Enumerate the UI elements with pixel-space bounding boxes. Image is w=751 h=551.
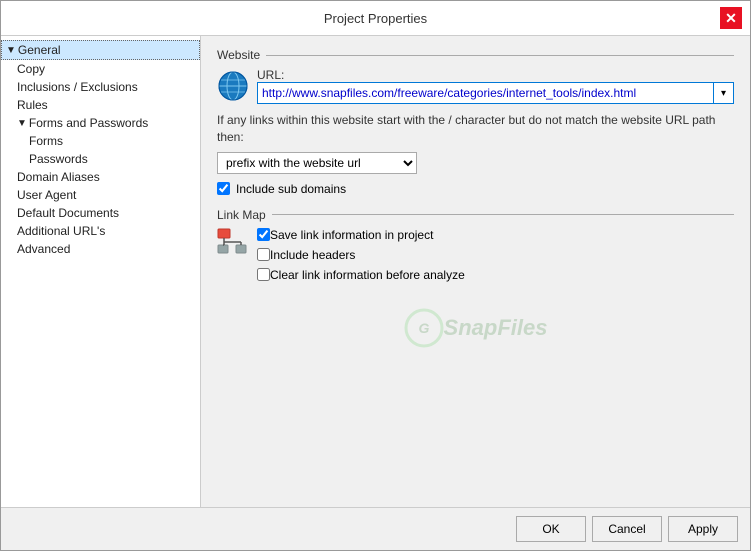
link-map-icon — [217, 228, 249, 256]
sidebar-label-user-agent: User Agent — [17, 188, 76, 202]
sidebar-label-domain-aliases: Domain Aliases — [17, 170, 100, 184]
include-headers-checkbox[interactable] — [257, 248, 270, 261]
info-text: If any links within this website start w… — [217, 112, 734, 146]
link-map-section-label: Link Map — [217, 208, 734, 222]
save-link-info-checkbox[interactable] — [257, 228, 270, 241]
save-link-info-label: Save link information in project — [270, 228, 433, 242]
sidebar-item-inclusions[interactable]: Inclusions / Exclusions — [1, 78, 200, 96]
ok-button[interactable]: OK — [516, 516, 586, 542]
watermark-text: SnapFiles — [444, 315, 548, 341]
sidebar-item-user-agent[interactable]: User Agent — [1, 186, 200, 204]
sidebar-label-advanced: Advanced — [17, 242, 70, 256]
dialog-title: Project Properties — [31, 11, 720, 26]
dropdown-row: prefix with the website url ignore inclu… — [217, 152, 734, 174]
apply-button[interactable]: Apply — [668, 516, 738, 542]
sidebar-label-additional-urls: Additional URL's — [17, 224, 105, 238]
website-section-label: Website — [217, 48, 734, 62]
sidebar-item-copy[interactable]: Copy — [1, 60, 200, 78]
sidebar-item-passwords[interactable]: Passwords — [1, 150, 200, 168]
sidebar-label-default-documents: Default Documents — [17, 206, 119, 220]
url-row: URL: ▾ — [217, 68, 734, 104]
sidebar-label-rules: Rules — [17, 98, 48, 112]
watermark-logo-icon: G — [404, 308, 444, 348]
url-input[interactable] — [257, 82, 714, 104]
globe-icon — [217, 70, 249, 102]
sidebar-label-general: General — [18, 43, 61, 57]
link-map-options: Save link information in project Include… — [257, 228, 734, 288]
sidebar-item-additional-urls[interactable]: Additional URL's — [1, 222, 200, 240]
save-link-info-row: Save link information in project — [257, 228, 734, 242]
sidebar: ▼ General Copy Inclusions / Exclusions R… — [1, 36, 201, 507]
dialog-footer: OK Cancel Apply — [1, 507, 750, 550]
link-map-section: Link Map Sav — [217, 208, 734, 288]
clear-link-info-row: Clear link information before analyze — [257, 268, 734, 282]
arrow-icon: ▼ — [6, 45, 16, 56]
include-headers-row: Include headers — [257, 248, 734, 262]
clear-link-info-label: Clear link information before analyze — [270, 268, 465, 282]
sidebar-label-forms-passwords: Forms and Passwords — [29, 116, 148, 130]
include-sub-domains-checkbox[interactable] — [217, 182, 230, 195]
arrow-icon-forms: ▼ — [17, 118, 27, 129]
sidebar-item-forms-passwords[interactable]: ▼ Forms and Passwords — [1, 114, 200, 132]
sidebar-item-advanced[interactable]: Advanced — [1, 240, 200, 258]
prefix-dropdown[interactable]: prefix with the website url ignore inclu… — [217, 152, 417, 174]
sidebar-label-inclusions: Inclusions / Exclusions — [17, 80, 138, 94]
sidebar-item-default-documents[interactable]: Default Documents — [1, 204, 200, 222]
include-sub-domains-row: Include sub domains — [217, 182, 734, 196]
dialog-body: ▼ General Copy Inclusions / Exclusions R… — [1, 36, 750, 507]
content-area: Website URL: ▾ — [201, 36, 750, 507]
title-bar: Project Properties ✕ — [1, 1, 750, 36]
sidebar-item-general[interactable]: ▼ General — [1, 40, 200, 60]
sidebar-label-passwords: Passwords — [29, 152, 88, 166]
watermark-area: G SnapFiles — [217, 308, 734, 348]
url-label: URL: — [257, 68, 726, 82]
include-headers-label: Include headers — [270, 248, 355, 262]
svg-text:G: G — [418, 320, 429, 336]
dialog: Project Properties ✕ ▼ General Copy Incl… — [0, 0, 751, 551]
sidebar-item-forms[interactable]: Forms — [1, 132, 200, 150]
sidebar-label-forms: Forms — [29, 134, 63, 148]
cancel-button[interactable]: Cancel — [592, 516, 662, 542]
clear-link-info-checkbox[interactable] — [257, 268, 270, 281]
url-dropdown-button[interactable]: ▾ — [714, 82, 734, 104]
sidebar-item-rules[interactable]: Rules — [1, 96, 200, 114]
sidebar-item-domain-aliases[interactable]: Domain Aliases — [1, 168, 200, 186]
close-button[interactable]: ✕ — [720, 7, 742, 29]
include-sub-domains-label: Include sub domains — [236, 182, 346, 196]
sidebar-label-copy: Copy — [17, 62, 45, 76]
